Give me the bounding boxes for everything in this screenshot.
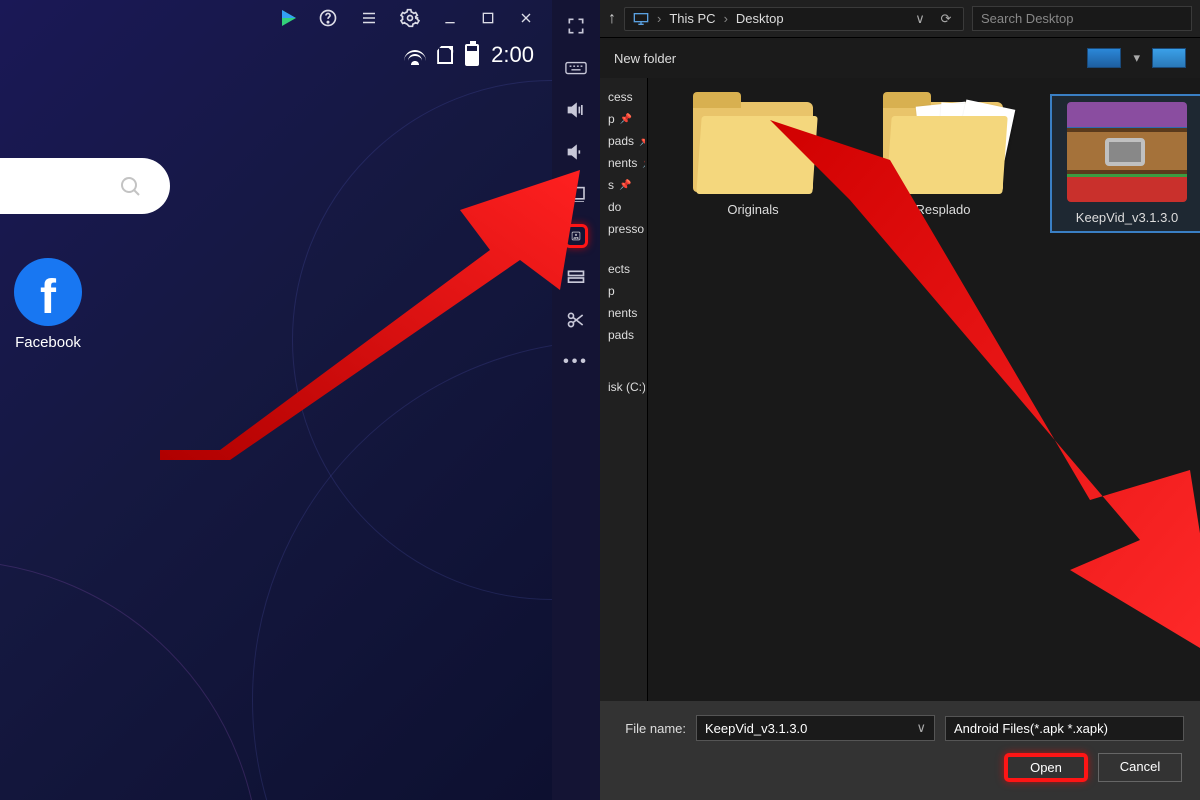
emulator-screen: 2:00 f Facebook [0,0,552,800]
play-store-icon[interactable] [282,10,296,26]
preview-pane-button[interactable] [1152,48,1186,68]
home-search-bar[interactable] [0,158,170,214]
minimize-icon[interactable] [442,10,458,26]
android-status-bar: 2:00 [405,42,534,68]
new-folder-button[interactable]: New folder [614,51,676,66]
menu-icon[interactable] [360,9,378,27]
scissors-icon[interactable] [564,308,588,332]
cancel-button[interactable]: Cancel [1098,753,1182,782]
emulator-titlebar [282,8,534,28]
keyboard-icon[interactable] [564,56,588,80]
volume-up-icon[interactable] [564,98,588,122]
battery-icon [465,44,479,66]
chevron-down-icon[interactable]: ▾ [1133,50,1140,66]
facebook-icon: f [14,258,82,326]
archive-icon [1067,102,1187,202]
file-list: Originals Resplado KeepVid_v3.1.3.0 [648,78,1200,701]
volume-down-icon[interactable] [564,140,588,164]
emulator-sidebar: APK ••• [552,0,600,800]
wifi-icon [405,45,425,65]
maximize-icon[interactable] [480,10,496,26]
help-icon[interactable] [318,8,338,28]
open-button[interactable]: Open [1004,753,1088,782]
filename-input[interactable]: KeepVid_v3.1.3.0 ∨ [696,715,935,741]
chevron-down-icon[interactable]: ∨ [911,11,929,27]
no-sim-icon [437,46,453,64]
app-label: Facebook [14,334,82,351]
file-manager-icon[interactable] [564,266,588,290]
expand-icon[interactable] [564,14,588,38]
filetype-select[interactable]: Android Files(*.apk *.xapk) [945,716,1184,741]
filename-label: File name: [616,721,686,736]
view-mode-button[interactable] [1087,48,1121,68]
folder-item[interactable]: Originals [678,102,828,217]
breadcrumb-bar[interactable]: › This PC › Desktop ∨ ⟳ [624,7,964,31]
nav-up-icon[interactable]: ↑ [608,10,616,28]
dialog-footer: File name: KeepVid_v3.1.3.0 ∨ Android Fi… [600,701,1200,800]
apk-install-icon: APK [571,223,581,249]
svg-text:APK: APK [573,237,578,240]
dialog-nav-tree[interactable]: cess p📌 pads📌 nents📌 s📌 do presso ects p… [600,78,648,701]
search-icon [118,174,142,198]
pc-icon [633,12,649,26]
chevron-down-icon[interactable]: ∨ [916,720,926,736]
archive-item-selected[interactable]: KeepVid_v3.1.3.0 [1052,96,1200,231]
close-icon[interactable] [518,10,534,26]
app-shortcut-facebook[interactable]: f Facebook [14,258,82,351]
refresh-icon[interactable]: ⟳ [937,11,955,27]
search-input[interactable]: Search Desktop [972,6,1192,31]
apk-install-button[interactable]: APK [564,224,588,248]
file-open-dialog: ↑ › This PC › Desktop ∨ ⟳ Search Desktop… [600,0,1200,800]
clock-text: 2:00 [491,42,534,68]
folder-icon [883,102,1003,192]
folder-item[interactable]: Resplado [868,102,1018,217]
folder-icon [693,102,813,192]
fullscreen-icon[interactable] [564,182,588,206]
settings-icon[interactable] [400,8,420,28]
more-icon[interactable]: ••• [564,350,588,374]
crumb-this-pc[interactable]: This PC [669,11,715,26]
crumb-desktop[interactable]: Desktop [736,11,784,26]
